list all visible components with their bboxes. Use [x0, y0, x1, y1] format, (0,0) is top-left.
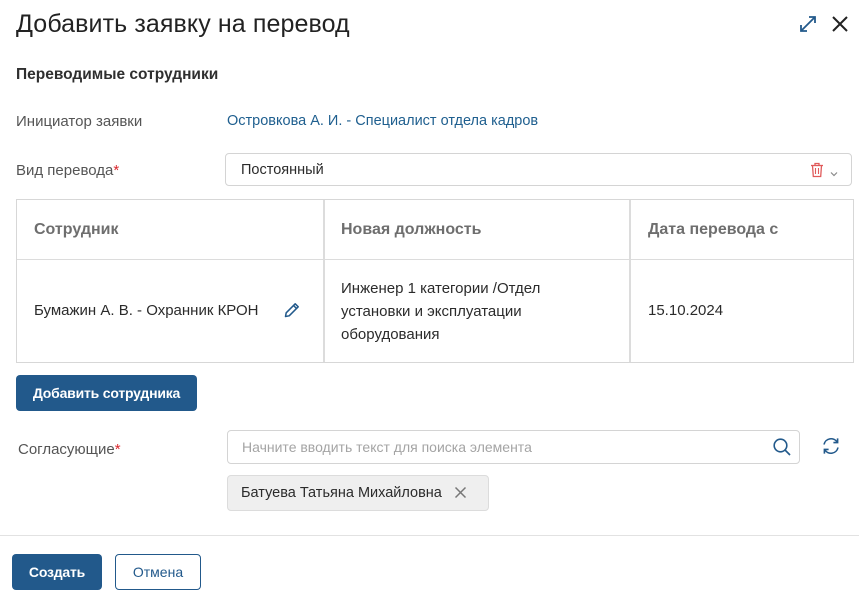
chevron-down-icon[interactable]: [829, 165, 839, 183]
add-employee-button[interactable]: Добавить сотрудника: [16, 375, 197, 411]
transfer-date: 15.10.2024: [648, 302, 724, 319]
new-position-line: оборудования: [341, 326, 440, 343]
close-small-icon[interactable]: [454, 486, 467, 504]
footer-divider: [0, 535, 859, 536]
transfer-type-label-text: Вид перевода: [16, 162, 114, 179]
trash-icon[interactable]: [810, 162, 824, 183]
employees-table: Сотрудник Новая должность Дата перевода …: [16, 199, 854, 363]
employee-name: Бумажин А. В. - Охранник КРОН: [34, 302, 259, 319]
approvers-label: Согласующие*: [18, 441, 121, 458]
column-header-date: Дата перевода с: [648, 221, 779, 238]
pencil-icon[interactable]: [283, 301, 301, 324]
approvers-label-text: Согласующие: [18, 441, 115, 458]
column-header-employee: Сотрудник: [34, 221, 119, 238]
search-icon[interactable]: [772, 437, 792, 462]
create-button[interactable]: Создать: [12, 554, 102, 590]
approver-chip: Батуева Татьяна Михайловна: [227, 475, 489, 511]
refresh-icon[interactable]: [820, 435, 842, 462]
column-header-position: Новая должность: [341, 221, 482, 238]
dialog-title: Добавить заявку на перевод: [16, 10, 350, 38]
initiator-link[interactable]: Островкова А. И. - Специалист отдела кад…: [227, 113, 538, 129]
transfer-type-label: Вид перевода*: [16, 162, 119, 179]
new-position-line: Инженер 1 категории /Отдел: [341, 280, 541, 297]
section-title: Переводимые сотрудники: [16, 66, 219, 83]
approvers-search-input[interactable]: [242, 437, 762, 457]
close-icon[interactable]: [828, 12, 852, 36]
required-mark: *: [114, 441, 121, 458]
new-position-line: установки и эксплуатации: [341, 303, 522, 320]
approver-chip-label: Батуева Татьяна Михайловна: [241, 485, 442, 501]
initiator-label: Инициатор заявки: [16, 113, 143, 130]
approvers-search: [227, 430, 800, 464]
required-mark: *: [113, 162, 120, 179]
new-position: Инженер 1 категории /Отдел установки и э…: [341, 277, 540, 346]
transfer-type-value: Постоянный: [241, 162, 324, 178]
expand-icon[interactable]: [796, 12, 820, 36]
transfer-type-select[interactable]: Постоянный: [225, 153, 852, 186]
cancel-button[interactable]: Отмена: [115, 554, 201, 590]
